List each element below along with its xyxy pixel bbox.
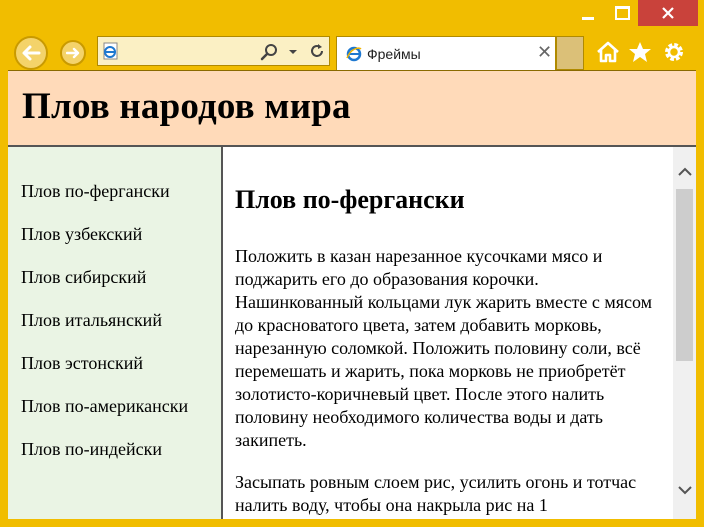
recipe-paragraph: Засыпать ровным слоем рис, усилить огонь…	[235, 472, 637, 515]
back-icon	[22, 45, 41, 61]
menu-item-indian[interactable]: Плов по-индейски	[21, 439, 162, 460]
refresh-icon[interactable]	[308, 42, 326, 60]
close-icon	[662, 7, 674, 19]
home-icon	[597, 41, 619, 63]
content-frame: Плов по-фергански Положить в казан нарез…	[223, 147, 673, 519]
address-input[interactable]	[122, 41, 256, 63]
favorites-button[interactable]	[626, 38, 654, 66]
scroll-down-icon[interactable]	[678, 485, 692, 495]
menu-item-uzbek[interactable]: Плов узбекский	[21, 224, 142, 245]
menu-item-italian[interactable]: Плов итальянский	[21, 310, 162, 331]
settings-icon	[665, 43, 683, 61]
ie-tab-icon	[346, 46, 362, 62]
header-frame: Плов народов мира	[8, 70, 696, 146]
dropdown-icon[interactable]	[288, 49, 298, 55]
window-bottom-border	[0, 519, 704, 527]
menu-item-fergana[interactable]: Плов по-фергански	[21, 181, 170, 202]
address-bar[interactable]	[97, 36, 330, 66]
recipe-paragraph: Положить в казан нарезанное кусочками мя…	[235, 246, 653, 450]
recipe-heading: Плов по-фергански	[235, 185, 465, 214]
ie-page-icon	[103, 42, 118, 60]
vertical-scrollbar[interactable]	[673, 147, 696, 519]
navigation-frame: Плов по-фергански Плов узбекский Плов си…	[8, 147, 221, 519]
settings-button[interactable]	[660, 38, 688, 66]
favorites-icon	[629, 42, 651, 62]
tab-title: Фреймы	[367, 46, 421, 62]
tab-close-icon[interactable]: ✕	[537, 42, 552, 63]
tab-frames[interactable]: Фреймы ✕	[336, 36, 556, 70]
page-title: Плов народов мира	[22, 86, 351, 127]
home-button[interactable]	[594, 38, 622, 66]
search-icon[interactable]	[260, 43, 278, 61]
scrollbar-thumb[interactable]	[676, 189, 693, 361]
forward-icon	[66, 47, 80, 59]
scroll-up-icon[interactable]	[678, 167, 692, 177]
forward-button[interactable]	[60, 40, 86, 66]
menu-item-american[interactable]: Плов по-американски	[21, 396, 188, 417]
new-tab-button[interactable]	[556, 36, 584, 70]
close-window-button[interactable]	[638, 0, 698, 26]
menu-item-siberian[interactable]: Плов сибирский	[21, 267, 146, 288]
minimize-icon	[582, 16, 594, 20]
maximize-icon	[614, 6, 630, 20]
minimize-button[interactable]	[570, 0, 606, 26]
back-button[interactable]	[14, 36, 48, 70]
menu-item-estonian[interactable]: Плов эстонский	[21, 353, 143, 374]
maximize-button[interactable]	[606, 0, 638, 26]
